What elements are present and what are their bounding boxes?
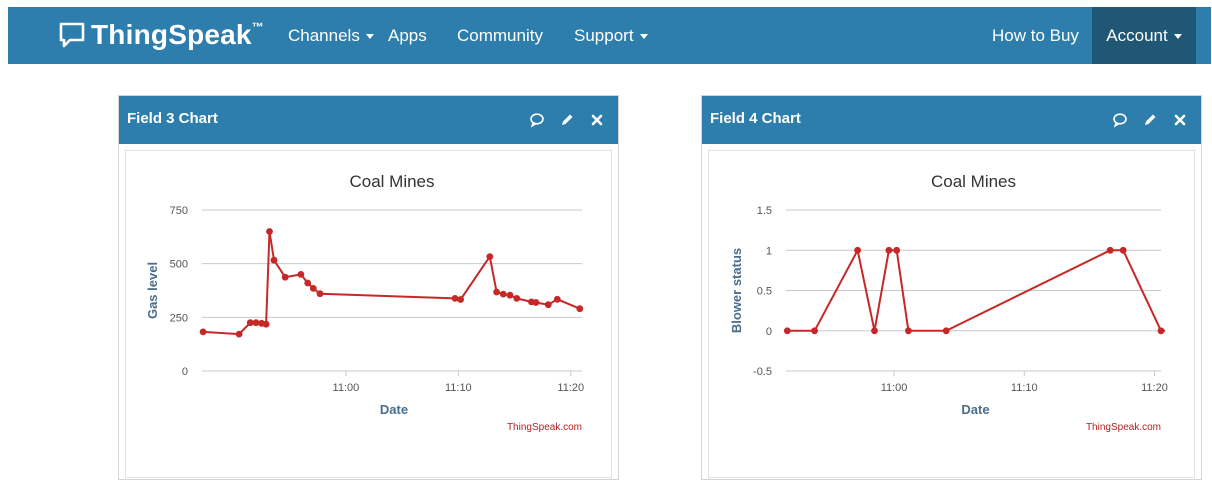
nav-support-label: Support	[574, 25, 634, 45]
credit-link: ThingSpeak.com	[1086, 422, 1161, 433]
data-point	[885, 246, 893, 254]
data-point	[905, 327, 912, 335]
data-point	[513, 295, 521, 302]
data-point	[576, 305, 584, 313]
pencil-icon[interactable]	[556, 109, 578, 131]
panel-title: Field 4 Chart	[710, 110, 801, 127]
pencil-icon[interactable]	[1139, 109, 1161, 131]
brand-logo[interactable]: ThingSpeak ™	[58, 19, 264, 51]
comment-icon[interactable]	[526, 109, 548, 131]
data-point	[854, 246, 861, 254]
y-axis-title: Blower status	[729, 248, 744, 333]
y-tick-label: 750	[170, 205, 188, 217]
chart-container: Coal Mines 0 250 500 750 11:00 11:10 11:20 Date G…	[125, 150, 612, 478]
close-icon[interactable]	[586, 109, 608, 131]
chart-container: Coal Mines -0.5 0 0.5 1 1.5 11:00 11:10 11:20 Dat…	[708, 150, 1195, 478]
x-tick-label: 11:00	[333, 382, 360, 394]
data-point	[783, 327, 791, 335]
data-point	[871, 327, 878, 335]
data-point	[811, 327, 818, 335]
data-point	[499, 290, 507, 298]
brand-trademark: ™	[251, 20, 264, 34]
nav-community[interactable]: Community	[457, 7, 543, 64]
chevron-down-icon	[365, 34, 374, 39]
y-tick-label: -0.5	[753, 366, 772, 378]
data-point	[553, 295, 561, 303]
data-point	[316, 290, 324, 298]
close-icon[interactable]	[1169, 109, 1191, 131]
data-point	[199, 328, 207, 336]
speech-bubble-icon	[59, 22, 85, 48]
y-tick-label: 1.5	[757, 205, 772, 217]
x-axis-title: Date	[961, 402, 989, 417]
x-tick-label: 11:10	[1011, 382, 1038, 394]
nav-community-label: Community	[457, 25, 543, 45]
x-tick-label: 11:20	[557, 382, 584, 394]
data-point	[506, 291, 514, 299]
data-point	[266, 228, 273, 235]
data-point	[1106, 246, 1114, 254]
series-line	[203, 231, 581, 336]
data-point	[235, 330, 243, 338]
data-point	[893, 246, 901, 254]
chevron-down-icon	[639, 34, 648, 39]
field-4-chart-panel: Field 4 Chart Coal Mines -0.5 0 0.5 1 1.5 11:0…	[701, 95, 1202, 480]
panel-title: Field 3 Chart	[127, 110, 218, 127]
nav-channels-label: Channels	[288, 25, 360, 45]
data-point	[1119, 246, 1127, 254]
data-point	[532, 299, 540, 306]
nav-how-to-buy-label: How to Buy	[992, 25, 1079, 45]
nav-apps[interactable]: Apps	[388, 7, 427, 64]
y-tick-label: 500	[170, 259, 188, 271]
y-tick-label: 250	[170, 312, 188, 324]
y-tick-label: 0	[182, 366, 188, 378]
x-tick-label: 11:20	[1141, 382, 1168, 394]
line-chart: Coal Mines -0.5 0 0.5 1 1.5 11:00 11:10 11:20 Dat…	[729, 172, 1168, 433]
top-navbar: ThingSpeak ™ Channels Apps Community Sup…	[8, 7, 1211, 64]
y-tick-label: 1	[766, 245, 772, 257]
data-point	[942, 327, 950, 335]
data-point	[309, 285, 317, 292]
panel-header: Field 3 Chart	[119, 96, 618, 144]
data-point	[457, 296, 464, 303]
data-point	[270, 256, 278, 264]
panel-tools	[518, 109, 608, 131]
data-point	[486, 253, 494, 260]
chart-title: Coal Mines	[349, 172, 434, 191]
y-axis-title: Gas level	[145, 262, 160, 319]
nav-account[interactable]: Account	[1092, 7, 1196, 64]
data-point	[297, 271, 305, 278]
y-tick-label: 0.5	[757, 286, 772, 298]
chart-title: Coal Mines	[931, 172, 1016, 191]
chevron-down-icon	[1173, 34, 1182, 39]
nav-channels[interactable]: Channels	[288, 7, 374, 64]
nav-support[interactable]: Support	[574, 7, 648, 64]
panel-tools	[1101, 109, 1191, 131]
x-tick-label: 11:00	[881, 382, 908, 394]
data-point	[1157, 327, 1165, 335]
x-tick-label: 11:10	[445, 382, 472, 394]
comment-icon[interactable]	[1109, 109, 1131, 131]
x-axis-title: Date	[380, 402, 408, 417]
data-point	[304, 279, 312, 287]
data-point	[493, 288, 500, 296]
data-point	[262, 320, 270, 328]
line-chart: Coal Mines 0 250 500 750 11:00 11:10 11:20 Date G…	[145, 172, 584, 433]
credit-link: ThingSpeak.com	[507, 422, 582, 433]
nav-apps-label: Apps	[388, 25, 427, 45]
nav-account-label: Account	[1106, 25, 1168, 45]
data-point	[451, 295, 459, 302]
data-point	[544, 301, 552, 309]
field-3-chart-panel: Field 3 Chart Coal Mines 0 250 500 750 11:00 1…	[118, 95, 619, 480]
data-point	[281, 273, 289, 281]
panel-header: Field 4 Chart	[702, 96, 1201, 144]
y-tick-label: 0	[766, 326, 772, 338]
nav-how-to-buy[interactable]: How to Buy	[992, 7, 1079, 64]
brand-name: ThingSpeak	[91, 19, 252, 50]
